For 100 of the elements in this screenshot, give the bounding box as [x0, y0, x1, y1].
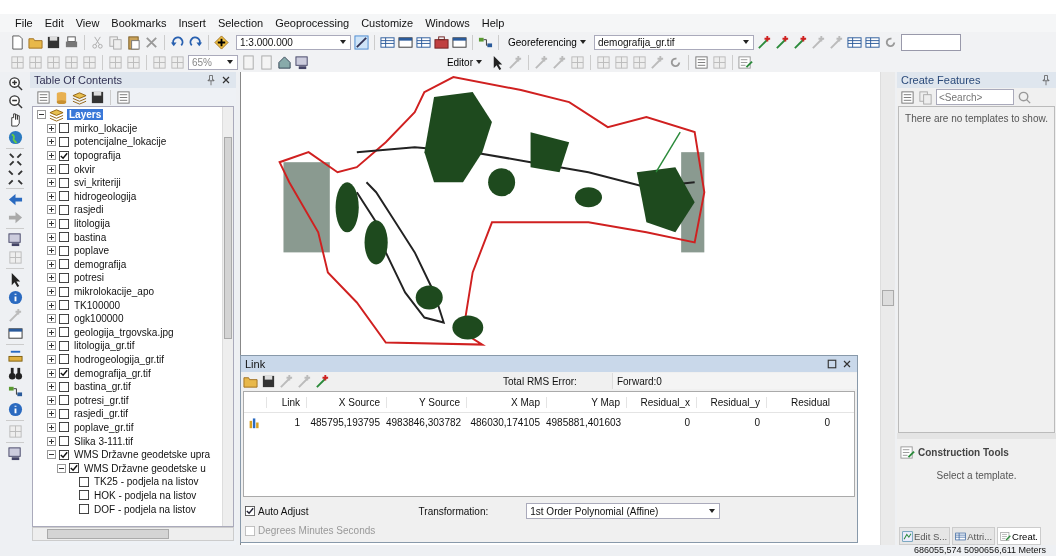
column-header[interactable]: Y Source [386, 396, 466, 408]
menu-item[interactable]: Edit [44, 17, 64, 29]
layer-combo[interactable]: demografija_gr.tif [593, 34, 754, 50]
arrow-left-icon[interactable] [7, 192, 23, 207]
house-icon[interactable] [277, 54, 292, 70]
layer-name[interactable]: poplave [72, 245, 112, 257]
layers-icon[interactable] [72, 89, 87, 105]
toolbox-icon[interactable] [434, 34, 449, 50]
layer-name[interactable]: DOF - podjela na listov [92, 503, 198, 515]
zoom-combo[interactable]: 65% [188, 54, 238, 70]
layer-name[interactable]: mikrolokacije_apo [72, 286, 157, 297]
column-header[interactable]: Residual [766, 396, 836, 408]
window-icon[interactable] [398, 34, 413, 50]
list-icon[interactable] [900, 89, 915, 105]
editor-menu[interactable]: Editor [442, 56, 487, 68]
pencil-icon[interactable] [354, 34, 369, 50]
column-header[interactable]: X Source [306, 396, 386, 408]
layer-name[interactable]: potresi [72, 272, 106, 284]
checkbox[interactable] [79, 476, 89, 487]
expander-icon[interactable] [47, 151, 56, 161]
checkbox[interactable] [59, 368, 69, 379]
menu-item[interactable]: Help [481, 17, 505, 29]
expander-icon[interactable] [47, 178, 56, 188]
search-field[interactable]: <Search> [936, 89, 1014, 105]
checkbox[interactable] [59, 272, 69, 283]
layer-name[interactable]: potencijalne_lokacije [72, 136, 169, 148]
close-icon[interactable] [220, 74, 232, 86]
scale-combo[interactable]: 1:3.000.000 [236, 34, 351, 50]
layer-name[interactable]: TK25 - podjela na listov [92, 476, 201, 488]
floppy-icon[interactable] [90, 89, 105, 105]
new-file-icon[interactable] [10, 34, 25, 50]
link-add-icon[interactable] [315, 373, 330, 389]
floppy-icon[interactable] [261, 373, 276, 389]
checkbox[interactable] [59, 381, 69, 392]
checkbox[interactable] [59, 436, 69, 447]
expander-icon[interactable] [37, 110, 46, 120]
layer-name[interactable]: rasjedi [72, 204, 106, 216]
floppy-icon[interactable] [46, 34, 61, 50]
monitor-icon[interactable] [295, 54, 310, 70]
checkbox[interactable] [59, 191, 69, 202]
layer-name[interactable]: rasjedi_gr.tif [72, 408, 130, 420]
expander-icon[interactable] [47, 205, 56, 215]
input-field[interactable] [900, 33, 961, 51]
column-header[interactable]: Y Map [546, 396, 626, 408]
layer-name[interactable]: topografija [72, 150, 123, 162]
clipboard-icon[interactable] [126, 34, 141, 50]
menu-item[interactable]: Geoprocessing [275, 17, 350, 29]
expander-icon[interactable] [47, 287, 56, 296]
georeferencing-menu[interactable]: Georeferencing [504, 36, 591, 48]
expander-icon[interactable] [47, 259, 56, 269]
expander-icon[interactable] [47, 355, 56, 364]
scrollbar[interactable] [222, 107, 233, 526]
expander-icon[interactable] [47, 123, 56, 133]
checkbox[interactable] [59, 422, 69, 433]
link-add-icon[interactable] [792, 34, 808, 50]
form-icon[interactable] [738, 54, 753, 70]
scrollbar[interactable] [32, 527, 234, 541]
menu-item[interactable]: Insert [178, 17, 206, 29]
cross-icon[interactable] [144, 34, 159, 50]
layer-name[interactable]: demografija [72, 258, 129, 270]
checkbox[interactable] [59, 340, 69, 351]
layer-name[interactable]: Slika 3-111.tif [72, 435, 136, 447]
menu-item[interactable]: File [15, 17, 33, 29]
arrows-in-icon[interactable] [7, 152, 23, 167]
layer-name[interactable]: svi_kriteriji [72, 177, 123, 189]
layer-name[interactable]: HOK - podjela na listov [92, 489, 199, 501]
column-header[interactable]: Residual_y [696, 396, 766, 408]
checkbox[interactable] [59, 204, 69, 215]
scrollbar[interactable] [880, 72, 895, 545]
arrows-out-icon[interactable] [7, 170, 23, 185]
globe-icon[interactable] [7, 130, 23, 145]
list-icon[interactable] [116, 89, 131, 105]
column-header[interactable]: X Map [466, 396, 546, 408]
expander-icon[interactable] [47, 219, 56, 229]
expander-icon[interactable] [47, 300, 56, 310]
expander-icon[interactable] [47, 273, 56, 283]
ruler-icon[interactable] [7, 348, 23, 363]
info-icon[interactable] [7, 290, 23, 305]
expander-icon[interactable] [47, 341, 56, 351]
expander-icon[interactable] [47, 164, 56, 174]
window-icon[interactable] [452, 34, 467, 50]
layer-name[interactable]: demografija_gr.tif [72, 367, 153, 379]
checkbox[interactable] [59, 286, 69, 297]
layer-name[interactable]: poplave_gr.tif [72, 421, 136, 433]
expander-icon[interactable] [47, 327, 56, 337]
zoom-out-icon[interactable] [7, 94, 23, 109]
checkbox[interactable] [59, 408, 69, 419]
expander-icon[interactable] [57, 463, 66, 473]
expander-icon[interactable] [47, 382, 56, 392]
list-icon[interactable] [36, 89, 51, 105]
checkbox[interactable] [59, 177, 69, 188]
nodes-icon[interactable] [7, 384, 23, 399]
column-header[interactable]: Link [266, 396, 306, 408]
expander-icon[interactable] [47, 191, 56, 201]
monitor-icon[interactable] [7, 446, 23, 461]
expander-icon[interactable] [47, 368, 56, 378]
checkbox-label[interactable]: Auto Adjust [258, 505, 309, 517]
table-icon[interactable] [416, 34, 431, 50]
layer-name[interactable]: WMS Državne geodetske upra [72, 449, 213, 461]
layer-name[interactable]: hodrogeologija_gr.tif [72, 354, 167, 365]
